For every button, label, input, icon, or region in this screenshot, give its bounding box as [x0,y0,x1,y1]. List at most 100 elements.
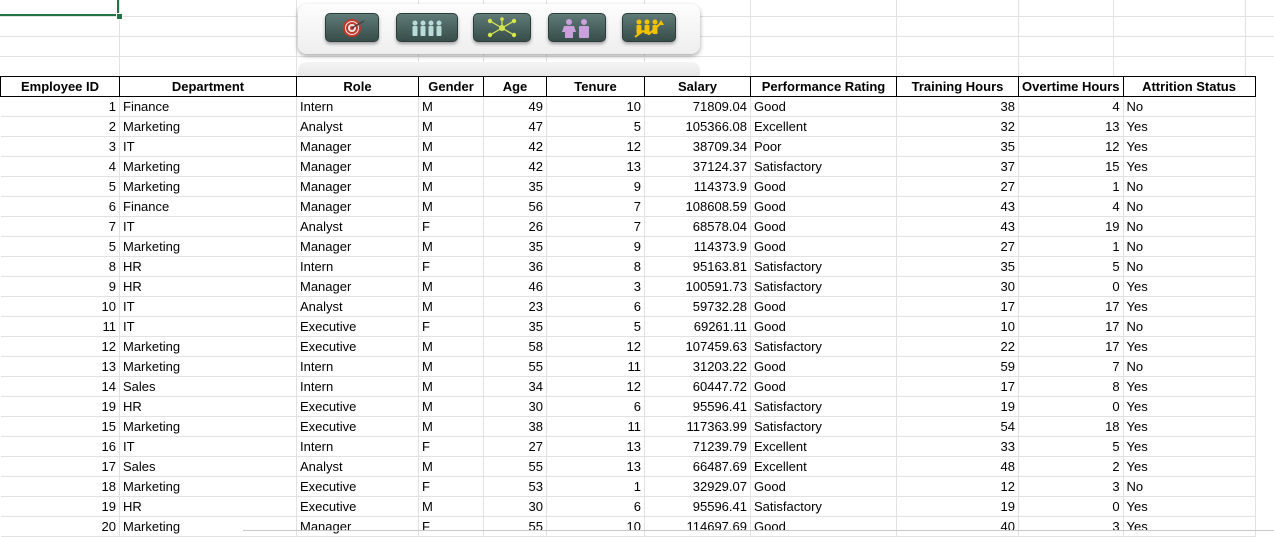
table-cell[interactable]: F [418,316,484,337]
table-cell[interactable]: 10 [896,316,1019,337]
table-cell[interactable]: 5 [546,116,645,137]
table-cell[interactable]: Yes [1123,436,1256,457]
table-cell[interactable]: M [418,116,484,137]
table-cell[interactable]: Finance [119,96,297,117]
table-cell[interactable]: No [1123,476,1256,497]
fill-handle[interactable] [116,13,123,20]
table-cell[interactable]: M [418,356,484,377]
table-cell[interactable]: 71809.04 [644,96,751,117]
table-cell[interactable]: M [418,136,484,157]
table-cell[interactable]: Analyst [296,116,419,137]
table-cell[interactable]: 32929.07 [644,476,751,497]
table-cell[interactable]: Analyst [296,456,419,477]
column-header[interactable]: Performance Rating [750,76,897,97]
people-pair-button[interactable] [548,13,606,42]
table-cell[interactable]: F [418,516,484,537]
table-cell[interactable]: 8 [546,256,645,277]
table-cell[interactable]: No [1123,176,1256,197]
table-cell[interactable]: 3 [1018,516,1124,537]
table-cell[interactable]: 1 [1018,236,1124,257]
selected-cell[interactable] [0,0,119,16]
table-cell[interactable]: 17 [0,456,120,477]
table-cell[interactable]: 4 [1018,196,1124,217]
table-cell[interactable]: 66487.69 [644,456,751,477]
table-cell[interactable]: 48 [896,456,1019,477]
table-cell[interactable]: F [418,436,484,457]
table-cell[interactable]: 12 [546,336,645,357]
table-cell[interactable]: 47 [483,116,547,137]
table-cell[interactable]: 5 [546,316,645,337]
column-header[interactable]: Training Hours [896,76,1019,97]
table-cell[interactable]: M [418,396,484,417]
table-cell[interactable]: F [418,216,484,237]
table-cell[interactable]: Good [750,296,897,317]
table-cell[interactable]: HR [119,496,297,517]
table-cell[interactable]: Yes [1123,116,1256,137]
table-cell[interactable]: Yes [1123,136,1256,157]
table-cell[interactable]: 17 [896,376,1019,397]
table-cell[interactable]: 19 [896,396,1019,417]
table-cell[interactable]: 12 [546,136,645,157]
table-cell[interactable]: 17 [896,296,1019,317]
table-cell[interactable]: 35 [483,236,547,257]
table-cell[interactable]: Yes [1123,456,1256,477]
table-cell[interactable]: 34 [483,376,547,397]
table-cell[interactable]: 22 [896,336,1019,357]
column-header[interactable]: Tenure [546,76,645,97]
table-cell[interactable]: Satisfactory [750,256,897,277]
table-cell[interactable]: Good [750,236,897,257]
table-cell[interactable]: 108608.59 [644,196,751,217]
column-header[interactable]: Age [483,76,547,97]
table-cell[interactable]: HR [119,276,297,297]
table-cell[interactable]: Good [750,376,897,397]
table-cell[interactable]: 38 [483,416,547,437]
table-cell[interactable]: Manager [296,236,419,257]
table-cell[interactable]: 42 [483,156,547,177]
table-cell[interactable]: 26 [483,216,547,237]
table-cell[interactable]: Good [750,476,897,497]
table-cell[interactable]: No [1123,96,1256,117]
column-header[interactable]: Salary [644,76,751,97]
table-cell[interactable]: 38709.34 [644,136,751,157]
table-cell[interactable]: 19 [896,496,1019,517]
table-cell[interactable]: 114373.9 [644,176,751,197]
table-cell[interactable]: Marketing [119,516,297,537]
table-cell[interactable]: Good [750,176,897,197]
table-cell[interactable]: 55 [483,456,547,477]
table-cell[interactable]: IT [119,296,297,317]
table-cell[interactable]: M [418,496,484,517]
table-cell[interactable]: 117363.99 [644,416,751,437]
table-cell[interactable]: 35 [896,256,1019,277]
table-cell[interactable]: 36 [483,256,547,277]
table-cell[interactable]: Good [750,316,897,337]
table-cell[interactable]: Marketing [119,356,297,377]
table-cell[interactable]: 12 [1018,136,1124,157]
table-cell[interactable]: 3 [0,136,120,157]
table-cell[interactable]: 107459.63 [644,336,751,357]
table-cell[interactable]: 69261.11 [644,316,751,337]
column-header[interactable]: Overtime Hours [1018,76,1124,97]
table-cell[interactable]: 71239.79 [644,436,751,457]
table-cell[interactable]: Finance [119,196,297,217]
table-cell[interactable]: 2 [1018,456,1124,477]
table-cell[interactable]: 13 [1018,116,1124,137]
table-cell[interactable]: 0 [1018,496,1124,517]
table-cell[interactable]: 0 [1018,396,1124,417]
table-cell[interactable]: 12 [0,336,120,357]
table-cell[interactable]: 18 [1018,416,1124,437]
table-cell[interactable]: Yes [1123,336,1256,357]
table-cell[interactable]: 46 [483,276,547,297]
table-cell[interactable]: 11 [0,316,120,337]
table-cell[interactable]: Yes [1123,156,1256,177]
table-cell[interactable]: Satisfactory [750,416,897,437]
table-cell[interactable]: 8 [0,256,120,277]
table-cell[interactable]: 35 [483,176,547,197]
table-cell[interactable]: 114697.69 [644,516,751,537]
table-cell[interactable]: Excellent [750,456,897,477]
table-cell[interactable]: Good [750,216,897,237]
table-cell[interactable]: Executive [296,416,419,437]
table-cell[interactable]: 15 [1018,156,1124,177]
table-cell[interactable]: Marketing [119,336,297,357]
table-cell[interactable]: Yes [1123,396,1256,417]
table-cell[interactable]: M [418,456,484,477]
